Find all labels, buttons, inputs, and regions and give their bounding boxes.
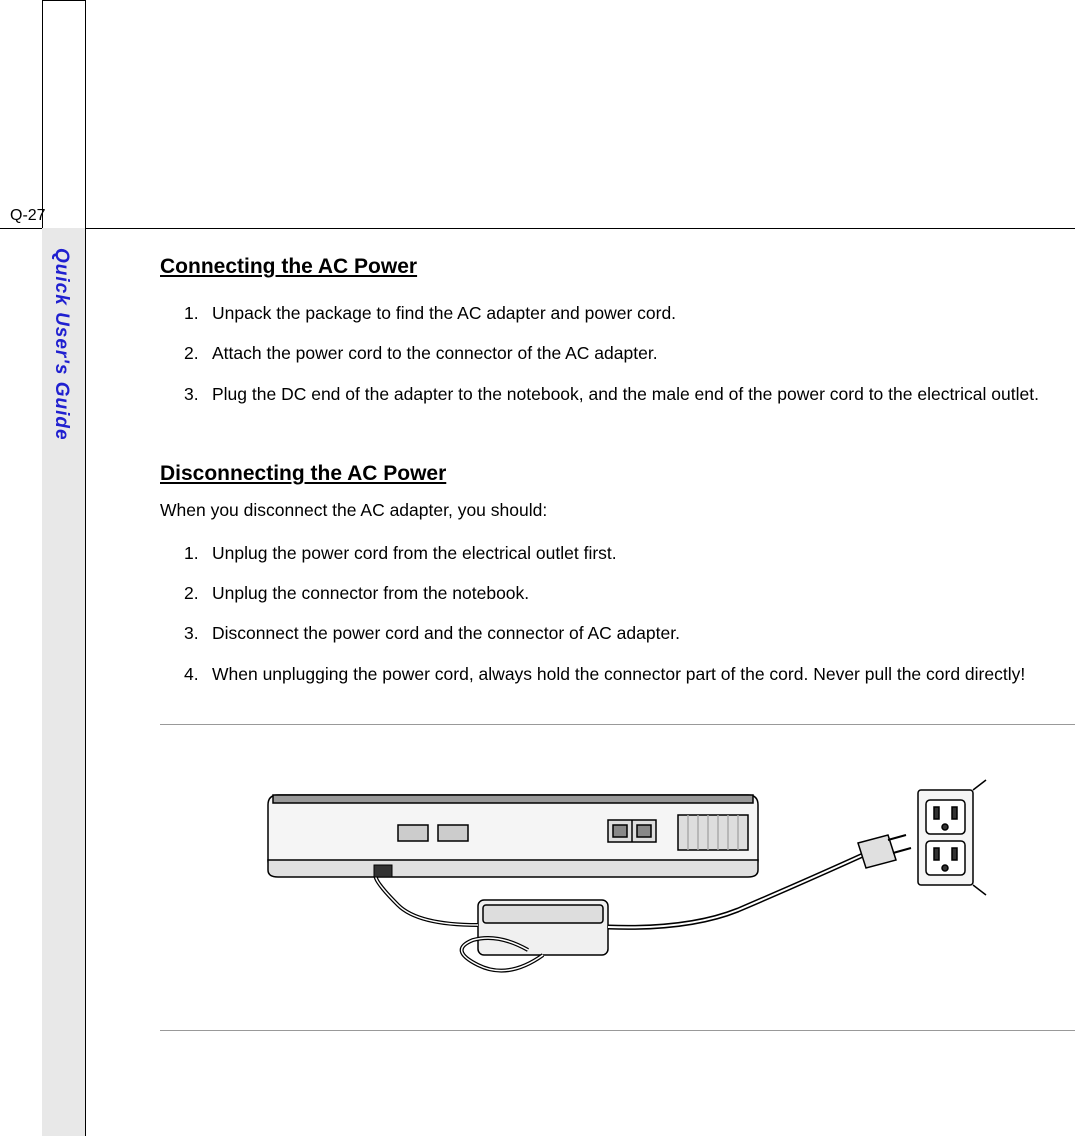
disconnect-intro: When you disconnect the AC adapter, you … <box>160 500 1075 521</box>
list-item: Attach the power cord to the connector o… <box>184 333 1075 373</box>
ac-adapter-diagram-icon <box>248 765 988 985</box>
section-heading-disconnecting: Disconnecting the AC Power <box>160 462 1075 486</box>
list-item: Unplug the power cord from the electrica… <box>184 533 1075 573</box>
header-divider <box>0 228 1075 229</box>
divider-bottom <box>160 1030 1075 1031</box>
divider-top <box>160 724 1075 725</box>
disconnecting-steps-list: Unplug the power cord from the electrica… <box>160 533 1075 694</box>
list-item: Plug the DC end of the adapter to the no… <box>184 374 1075 414</box>
section-heading-connecting: Connecting the AC Power <box>160 255 1075 279</box>
tab-notch-line <box>85 0 86 228</box>
sidebar-label: Quick User's Guide <box>50 248 72 441</box>
list-item: Disconnect the power cord and the connec… <box>184 613 1075 653</box>
main-content: Connecting the AC Power Unpack the packa… <box>160 255 1075 1031</box>
connecting-steps-list: Unpack the package to find the AC adapte… <box>160 293 1075 414</box>
list-item: Unplug the connector from the notebook. <box>184 573 1075 613</box>
adapter-illustration <box>160 765 1075 990</box>
list-item: Unpack the package to find the AC adapte… <box>184 293 1075 333</box>
tab-notch-top <box>42 0 85 1</box>
list-item: When unplugging the power cord, always h… <box>184 654 1075 694</box>
page-number: Q-27 <box>10 207 46 225</box>
